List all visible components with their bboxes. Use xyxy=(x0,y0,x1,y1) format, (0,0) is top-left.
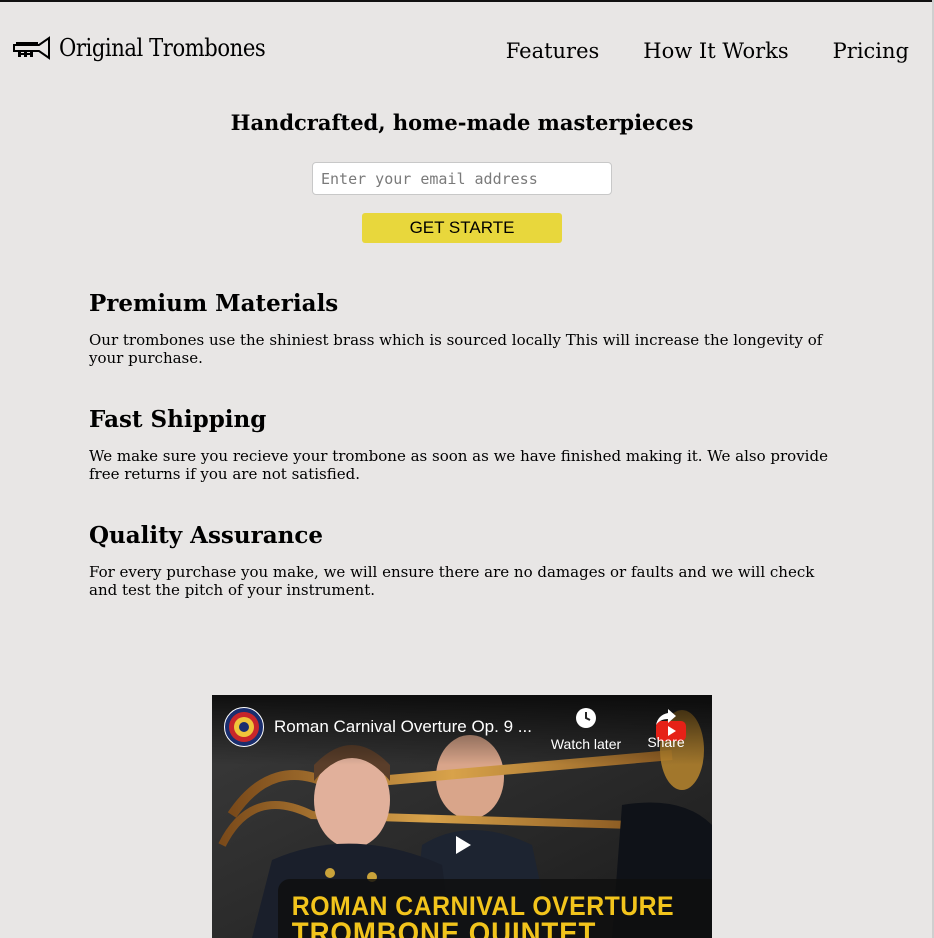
nav-link-how-it-works[interactable]: How It Works xyxy=(643,39,788,63)
feature-description: For every purchase you make, we will ens… xyxy=(89,563,815,599)
share-arrow-icon xyxy=(656,709,676,725)
share-label: Share xyxy=(647,734,685,750)
feature-quality-assurance: Quality Assurance For every purchase you… xyxy=(89,522,849,599)
video-embed[interactable]: Roman Carnival Overture Op. 9 ... Watch … xyxy=(212,695,712,938)
brand-logo[interactable]: Original Trombones xyxy=(13,34,293,62)
feature-description: We make sure you recieve your trombone a… xyxy=(89,447,828,483)
get-started-button[interactable]: GET STARTE xyxy=(362,213,562,243)
hero-title: Handcrafted, home-made masterpieces xyxy=(230,110,694,135)
watch-later-button[interactable]: Watch later xyxy=(546,707,626,752)
feature-premium-materials: Premium Materials Our trombones use the … xyxy=(89,290,849,367)
feature-title: Fast Shipping xyxy=(89,406,267,433)
brand-name: Original Trombones xyxy=(59,34,266,62)
site-header: Original Trombones Features How It Works… xyxy=(0,30,934,74)
nav-link-features[interactable]: Features xyxy=(506,39,600,63)
nav-link-pricing[interactable]: Pricing xyxy=(833,39,909,63)
main-nav: Features How It Works Pricing xyxy=(506,39,909,63)
feature-fast-shipping: Fast Shipping We make sure you recieve y… xyxy=(89,406,849,483)
banner-line-2: TROMBONE QUINTET xyxy=(291,917,597,938)
share-button[interactable]: Share xyxy=(640,707,692,750)
video-title[interactable]: Roman Carnival Overture Op. 9 ... xyxy=(274,717,544,737)
trumpet-icon xyxy=(13,36,50,60)
feature-description: Our trombones use the shiniest brass whi… xyxy=(89,331,823,367)
play-icon[interactable] xyxy=(448,831,476,859)
channel-avatar[interactable] xyxy=(224,707,264,747)
video-title-banner: ROMAN CARNIVAL OVERTURE TROMBONE QUINTET xyxy=(278,879,712,938)
feature-title: Premium Materials xyxy=(89,290,339,317)
channel-crest-icon xyxy=(229,712,259,742)
window-top-border xyxy=(0,0,934,2)
email-input[interactable] xyxy=(312,162,612,195)
feature-title: Quality Assurance xyxy=(89,522,323,549)
clock-icon xyxy=(576,708,596,728)
watch-later-label: Watch later xyxy=(550,736,622,752)
